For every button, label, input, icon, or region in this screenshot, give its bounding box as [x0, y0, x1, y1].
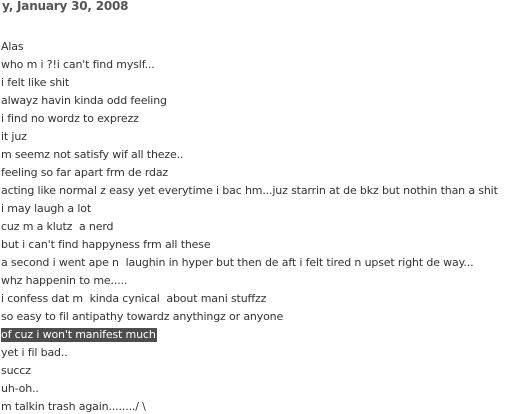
post-line: m talkin trash again......../ \ [1, 400, 146, 413]
post-line: i felt like shit [1, 76, 70, 89]
post-line: so easy to fil antipathy towardz anythin… [1, 310, 284, 323]
post-date: y, January 30, 2008 [2, 0, 129, 13]
blog-post: y, January 30, 2008 Alas who m i ?!i can… [0, 0, 516, 414]
post-line: it juz [1, 130, 27, 143]
post-line: uh-oh.. [1, 382, 39, 395]
post-line: alwayz havin kinda odd feeling [1, 94, 167, 107]
post-line: whz happenin to me..... [1, 274, 128, 287]
text-selection[interactable]: of cuz i won't manifest much [1, 328, 157, 342]
post-line: i may laugh a lot [1, 202, 92, 215]
post-line: Alas [1, 40, 24, 53]
post-line: cuz m a klutz a nerd [1, 220, 114, 233]
post-body: Alas who m i ?!i can't find myslf... i f… [1, 38, 498, 414]
post-line: i find no wordz to exprezz [1, 112, 139, 125]
post-line: yet i fil bad.. [1, 346, 68, 359]
post-line: m seemz not satisfy wif all theze.. [1, 148, 184, 161]
post-line: but i can't find happyness frm all these [1, 238, 211, 251]
post-line: feeling so far apart frm de rdaz [1, 166, 169, 179]
post-line: succz [1, 364, 31, 377]
post-line: i confess dat m kinda cynical about mani… [1, 292, 267, 305]
post-line: who m i ?!i can't find myslf... [1, 58, 155, 71]
post-line: acting like normal z easy yet everytime … [1, 184, 498, 197]
post-line: a second i went ape n laughin in hyper b… [1, 256, 474, 269]
post-line-highlighted[interactable]: of cuz i won't manifest much [1, 326, 498, 344]
